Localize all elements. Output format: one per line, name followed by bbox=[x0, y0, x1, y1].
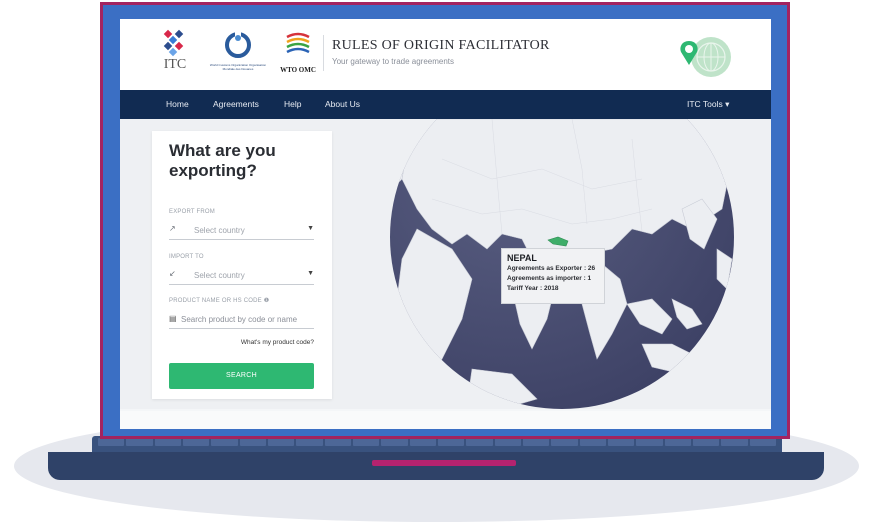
wto-logo-text: WTO OMC bbox=[280, 66, 316, 74]
wco-logo-text: World Customs Organization Organisation … bbox=[209, 63, 267, 71]
location-pin-globe-icon[interactable] bbox=[667, 35, 733, 79]
wto-logo[interactable]: WTO OMC bbox=[278, 31, 318, 79]
export-from-label: EXPORT FROM bbox=[169, 209, 215, 215]
keyboard-keys bbox=[98, 438, 776, 446]
itc-logo[interactable]: ITC bbox=[160, 29, 190, 79]
wco-logo[interactable]: World Customs Organization Organisation … bbox=[206, 31, 270, 79]
tooltip-exporter-count: Agreements as Exporter : 26 bbox=[507, 265, 596, 272]
tooltip-country-name: NEPAL bbox=[507, 253, 537, 263]
import-country-select[interactable]: ↙ Select country ▼ bbox=[169, 268, 314, 285]
country-info-tooltip: NEPAL Agreements as Exporter : 26 Agreem… bbox=[501, 248, 605, 304]
nav-home[interactable]: Home bbox=[166, 90, 189, 119]
import-icon: ↙ bbox=[169, 269, 176, 278]
nav-agreements[interactable]: Agreements bbox=[213, 90, 259, 119]
import-country-placeholder: Select country bbox=[194, 271, 245, 280]
laptop-base bbox=[48, 452, 824, 480]
nav-itc-tools-dropdown[interactable]: ITC Tools ▾ bbox=[687, 90, 729, 119]
trackpad-notch bbox=[372, 460, 516, 466]
product-search-input[interactable]: ▤ Search product by code or name bbox=[169, 312, 314, 329]
search-button[interactable]: SEARCH bbox=[169, 363, 314, 389]
page-bottom-strip bbox=[120, 411, 771, 429]
export-country-placeholder: Select country bbox=[194, 226, 245, 235]
barcode-icon: ▤ bbox=[169, 314, 177, 323]
wco-emblem-icon bbox=[225, 31, 251, 58]
product-label: PRODUCT NAME OR HS CODE ❶ bbox=[169, 298, 270, 304]
itc-logo-mark bbox=[163, 29, 184, 57]
wto-emblem-icon bbox=[286, 32, 310, 54]
main-navbar: Home Agreements Help About Us ITC Tools … bbox=[120, 90, 771, 119]
tooltip-tariff-year: Tariff Year : 2018 bbox=[507, 285, 559, 292]
product-code-help-link[interactable]: What's my product code? bbox=[241, 339, 314, 346]
panel-heading: What are you exporting? bbox=[169, 141, 276, 180]
export-icon: ↗ bbox=[169, 224, 176, 233]
header-divider bbox=[323, 35, 324, 71]
site-subtitle: Your gateway to trade agreements bbox=[332, 57, 455, 66]
export-country-select[interactable]: ↗ Select country ▼ bbox=[169, 223, 314, 240]
search-panel: What are you exporting? EXPORT FROM ↗ Se… bbox=[152, 131, 332, 399]
site-title: RULES OF ORIGIN FACILITATOR bbox=[332, 38, 550, 53]
import-to-label: IMPORT TO bbox=[169, 254, 204, 260]
browser-viewport: ITC World Customs Organization Organisat… bbox=[120, 19, 771, 429]
site-header: ITC World Customs Organization Organisat… bbox=[120, 19, 771, 91]
nav-help[interactable]: Help bbox=[284, 90, 301, 119]
chevron-down-icon: ▼ bbox=[307, 225, 314, 232]
product-search-placeholder: Search product by code or name bbox=[181, 315, 298, 324]
itc-logo-text: ITC bbox=[163, 57, 187, 72]
tooltip-importer-count: Agreements as importer : 1 bbox=[507, 275, 592, 282]
chevron-down-icon: ▼ bbox=[307, 270, 314, 277]
nav-about-us[interactable]: About Us bbox=[325, 90, 360, 119]
